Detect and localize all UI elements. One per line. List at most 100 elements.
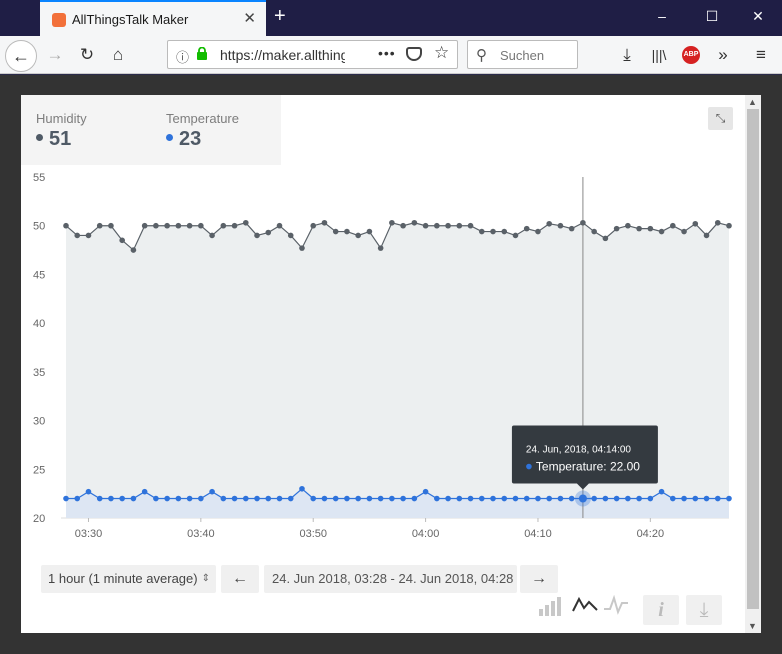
collapse-icon[interactable]: ⤡ xyxy=(708,107,733,130)
date-range-label: 24. Jun 2018, 03:28 - 24. Jun 2018, 04:2… xyxy=(264,565,517,593)
humidity-value-text: 51 xyxy=(49,128,72,150)
data-point xyxy=(411,495,418,502)
data-point xyxy=(299,485,305,492)
data-point xyxy=(96,222,103,229)
data-point xyxy=(422,222,429,229)
data-point xyxy=(175,495,182,502)
home-icon[interactable]: ⌂ xyxy=(105,42,131,68)
data-point xyxy=(670,222,676,229)
data-point xyxy=(681,495,687,502)
data-point xyxy=(625,222,631,229)
data-point xyxy=(377,495,384,502)
search-placeholder: Suchen xyxy=(500,48,545,63)
data-point xyxy=(63,222,69,229)
data-point xyxy=(568,495,575,502)
data-point xyxy=(535,495,541,502)
data-point xyxy=(299,245,305,251)
data-point xyxy=(400,222,406,229)
data-point xyxy=(276,222,283,229)
downloads-icon[interactable]: ⤓ xyxy=(614,42,640,68)
data-point xyxy=(310,495,317,502)
data-point xyxy=(467,495,474,502)
data-point xyxy=(681,228,687,235)
tab-title: AllThingsTalk Maker xyxy=(72,12,189,27)
tab-close-icon[interactable]: ✕ xyxy=(243,9,256,27)
library-icon[interactable]: |||\ xyxy=(646,42,672,68)
data-point xyxy=(141,222,148,229)
data-point xyxy=(557,495,564,502)
pocket-icon[interactable] xyxy=(406,47,422,61)
data-point xyxy=(74,232,81,239)
data-point xyxy=(186,222,193,229)
overflow-menu-icon[interactable]: » xyxy=(710,42,736,68)
data-point xyxy=(726,495,732,502)
scroll-down-icon[interactable]: ▼ xyxy=(748,621,757,631)
bar-chart-glyph xyxy=(539,597,561,616)
data-point xyxy=(400,495,406,502)
browser-tab-bar: AllThingsTalk Maker ✕ + – ☐ ✕ xyxy=(0,0,782,36)
search-input[interactable]: ⚲ Suchen xyxy=(467,40,578,69)
temperature-value: 23 xyxy=(166,128,201,151)
humidity-label: Humidity xyxy=(36,111,87,126)
y-tick-label: 45 xyxy=(33,269,45,281)
data-point xyxy=(242,219,249,226)
range-select-label: 1 hour (1 minute average) xyxy=(48,571,198,586)
data-point xyxy=(366,495,373,502)
data-point xyxy=(512,232,519,239)
page-actions-icon[interactable]: ••• xyxy=(378,45,396,61)
next-range-button[interactable]: → xyxy=(520,565,558,593)
maximize-icon[interactable]: ☐ xyxy=(702,8,722,25)
data-point xyxy=(254,495,260,502)
data-point xyxy=(242,495,249,502)
data-point xyxy=(231,222,238,229)
x-tick-label: 04:10 xyxy=(524,528,552,540)
tooltip-title: 24. Jun, 2018, 04:14:00 xyxy=(526,445,632,456)
data-point xyxy=(523,225,530,232)
minimize-icon[interactable]: – xyxy=(652,8,672,24)
back-button[interactable]: ← xyxy=(5,40,37,72)
data-point xyxy=(591,228,597,235)
info-icon[interactable]: ⓘ xyxy=(176,47,189,66)
scroll-thumb[interactable] xyxy=(747,109,759,609)
bookmark-star-icon[interactable]: ☆ xyxy=(434,43,449,63)
metrics-header: Humidity 51 Temperature 23 xyxy=(21,95,281,165)
data-point xyxy=(714,495,721,502)
area-chart-icon[interactable] xyxy=(598,594,634,625)
data-point xyxy=(602,495,609,502)
data-point xyxy=(119,495,125,502)
line-chart: 20 25 30 35 40 45 50 55 03:30 03:40 03:50 04:00 04:1… xyxy=(33,172,732,540)
reload-icon[interactable]: ↻ xyxy=(74,42,100,68)
data-point xyxy=(636,225,642,232)
hamburger-menu-icon[interactable]: ≡ xyxy=(748,42,774,68)
adblock-icon[interactable]: ABP xyxy=(682,46,700,64)
data-point xyxy=(332,495,339,502)
download-icon[interactable]: ⤓ xyxy=(686,595,722,625)
browser-tab[interactable]: AllThingsTalk Maker ✕ xyxy=(40,0,266,36)
data-point xyxy=(456,222,463,229)
url-bar[interactable]: ⓘ https://maker.allthingstalk.com ••• ☆ xyxy=(167,40,458,69)
range-select[interactable]: 1 hour (1 minute average) ⇕ xyxy=(41,565,216,593)
data-point xyxy=(692,495,699,502)
data-point xyxy=(647,495,654,502)
new-tab-icon[interactable]: + xyxy=(274,5,286,28)
info-icon[interactable]: i xyxy=(643,595,679,625)
data-point xyxy=(613,225,620,232)
line-chart-glyph xyxy=(572,596,598,612)
bar-chart-icon[interactable] xyxy=(532,595,568,625)
humidity-dot-icon xyxy=(36,134,43,142)
previous-range-button[interactable]: ← xyxy=(221,565,259,593)
scrollbar[interactable]: ▲ ▼ xyxy=(745,95,761,633)
area-chart-glyph xyxy=(604,594,628,615)
data-point xyxy=(85,488,92,495)
close-window-icon[interactable]: ✕ xyxy=(748,8,768,25)
forward-button[interactable]: → xyxy=(42,42,68,68)
data-point xyxy=(625,495,631,502)
x-tick-label: 04:00 xyxy=(412,528,440,540)
data-point xyxy=(130,247,137,253)
data-point xyxy=(265,229,272,236)
data-point xyxy=(490,228,496,235)
data-point xyxy=(389,219,395,226)
data-point xyxy=(411,219,418,226)
scroll-up-icon[interactable]: ▲ xyxy=(748,97,757,107)
data-point xyxy=(108,495,114,502)
